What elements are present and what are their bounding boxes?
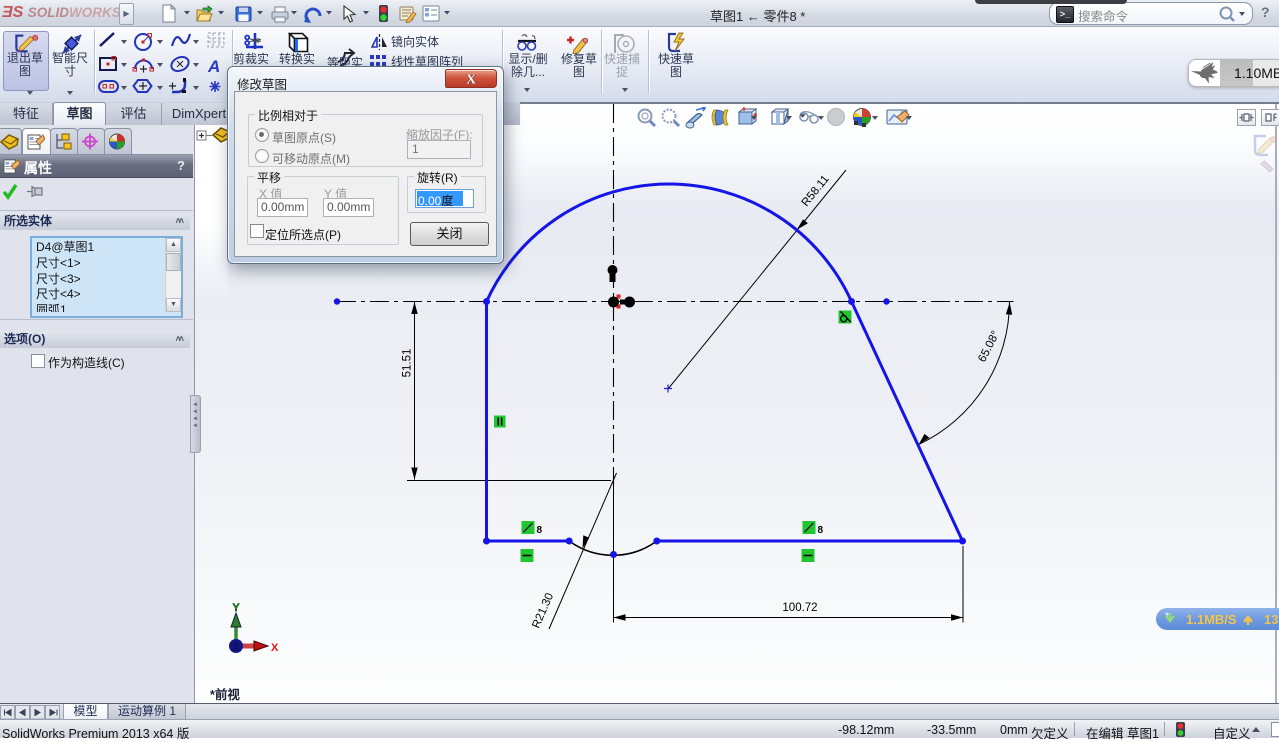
svg-text:1.1MB/S: 1.1MB/S xyxy=(1186,612,1237,627)
svg-text:13: 13 xyxy=(1264,612,1278,627)
svg-text:A: A xyxy=(207,57,220,76)
svg-text:X: X xyxy=(466,73,476,88)
